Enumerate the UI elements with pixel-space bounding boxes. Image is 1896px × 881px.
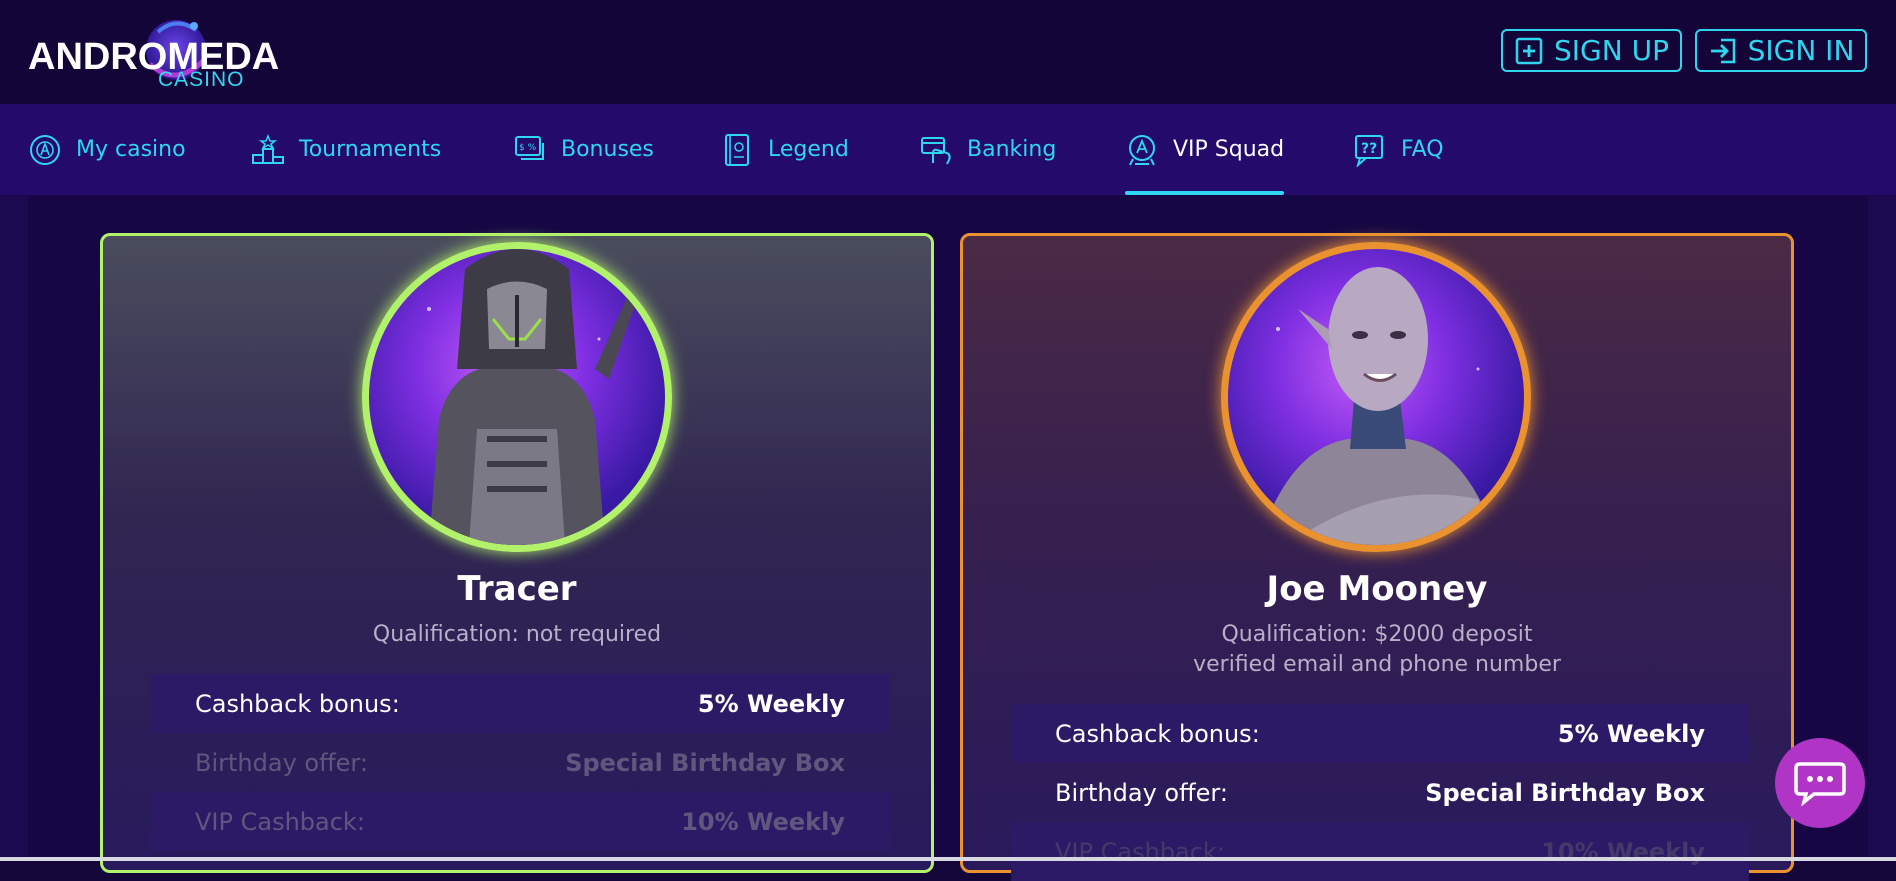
live-chat-button[interactable] <box>1775 738 1865 828</box>
perk-value: Special Birthday Box <box>1425 778 1705 807</box>
qualification-line: Qualification: not required <box>372 622 662 647</box>
carousel-edge-left[interactable] <box>0 195 28 861</box>
perk-value: Special Birthday Box <box>565 748 845 777</box>
svg-text:$ %: $ % <box>519 143 537 153</box>
perk-label: Birthday offer: <box>1055 778 1228 807</box>
perk-row: VIP Cashback: 10% Weekly <box>1011 822 1749 881</box>
nav-label: VIP Squad <box>1173 137 1285 162</box>
tracer-portrait-icon <box>427 249 639 545</box>
perk-value: 5% Weekly <box>1557 719 1705 748</box>
nav-item-vip-squad[interactable]: VIP Squad <box>1125 104 1285 195</box>
casino-chip-icon <box>30 134 60 165</box>
nav-label: Legend <box>768 137 849 162</box>
perk-row: Cashback bonus: 5% Weekly <box>1011 704 1749 763</box>
bonus-cards-icon: $ % <box>515 135 544 160</box>
qualification: Qualification: not required <box>103 620 931 650</box>
qualification: Qualification: $2000 deposit verified em… <box>963 620 1791 680</box>
nav-label: Bonuses <box>561 137 654 162</box>
nav-item-banking[interactable]: Banking <box>919 104 1056 195</box>
avatar <box>362 242 672 552</box>
sign-in-label: SIGN IN <box>1747 34 1855 67</box>
perk-row: VIP Cashback: 10% Weekly <box>151 792 889 851</box>
nav-label: FAQ <box>1401 137 1444 162</box>
perk-value: 10% Weekly <box>681 807 845 836</box>
svg-text:??: ?? <box>1361 141 1377 157</box>
carousel-edge-right[interactable] <box>1868 195 1896 861</box>
perk-row: Birthday offer: Special Birthday Box <box>1011 763 1749 822</box>
sign-up-button[interactable]: SIGN UP <box>1501 29 1682 72</box>
perk-value: 10% Weekly <box>1541 837 1705 866</box>
nav-item-legend[interactable]: Legend <box>720 104 849 195</box>
chat-bubble-icon <box>1794 762 1846 806</box>
sign-up-label: SIGN UP <box>1554 34 1669 67</box>
qualification-line: Qualification: $2000 deposit <box>1221 622 1533 647</box>
vip-badge-icon <box>1129 134 1155 165</box>
perk-row: Birthday offer: Special Birthday Box <box>151 733 889 792</box>
vip-level-name: Joe Mooney <box>1266 569 1488 609</box>
nav-label: My casino <box>76 137 186 162</box>
vip-card-tracer: Tracer Qualification: not required Cashb… <box>100 233 934 873</box>
joe-mooney-portrait-icon <box>1258 267 1498 545</box>
bank-card-icon <box>921 136 951 164</box>
nav-item-bonuses[interactable]: $ % Bonuses <box>513 104 654 195</box>
perk-label: Cashback bonus: <box>1055 719 1260 748</box>
nav-item-faq[interactable]: ?? FAQ <box>1353 104 1444 195</box>
page-bottom-edge <box>0 857 1896 861</box>
site-header: ANDROMEDA CASINO SIGN UP SIGN IN <box>0 0 1896 104</box>
qualification-line: verified email and phone number <box>1193 652 1561 677</box>
main-nav: My casino Tournaments $ % Bonuses Legend <box>0 104 1896 195</box>
nav-item-tournaments[interactable]: Tournaments <box>251 104 441 195</box>
vip-level-name: Tracer <box>457 569 577 609</box>
brand-logo[interactable]: ANDROMEDA CASINO <box>28 12 288 92</box>
perk-label: Cashback bonus: <box>195 689 400 718</box>
plus-square-icon <box>1515 37 1543 64</box>
sign-in-button[interactable]: SIGN IN <box>1695 29 1867 72</box>
perk-value: 5% Weekly <box>697 689 845 718</box>
nav-label: Banking <box>967 137 1057 162</box>
nav-item-my-casino[interactable]: My casino <box>28 104 186 195</box>
avatar <box>1221 242 1531 552</box>
vip-card-joe-mooney: Joe Mooney Qualification: $2000 deposit … <box>960 233 1794 881</box>
perk-label: VIP Cashback: <box>1055 837 1225 866</box>
perk-row: Cashback bonus: 5% Weekly <box>151 674 889 733</box>
sign-in-arrow-icon <box>1710 38 1735 63</box>
podium-icon <box>252 133 284 164</box>
brand-sub: CASINO <box>158 68 245 91</box>
perk-label: Birthday offer: <box>195 748 368 777</box>
nav-label: Tournaments <box>299 137 442 162</box>
question-icon: ?? <box>1355 134 1383 167</box>
perk-label: VIP Cashback: <box>195 807 365 836</box>
book-icon <box>725 133 749 166</box>
